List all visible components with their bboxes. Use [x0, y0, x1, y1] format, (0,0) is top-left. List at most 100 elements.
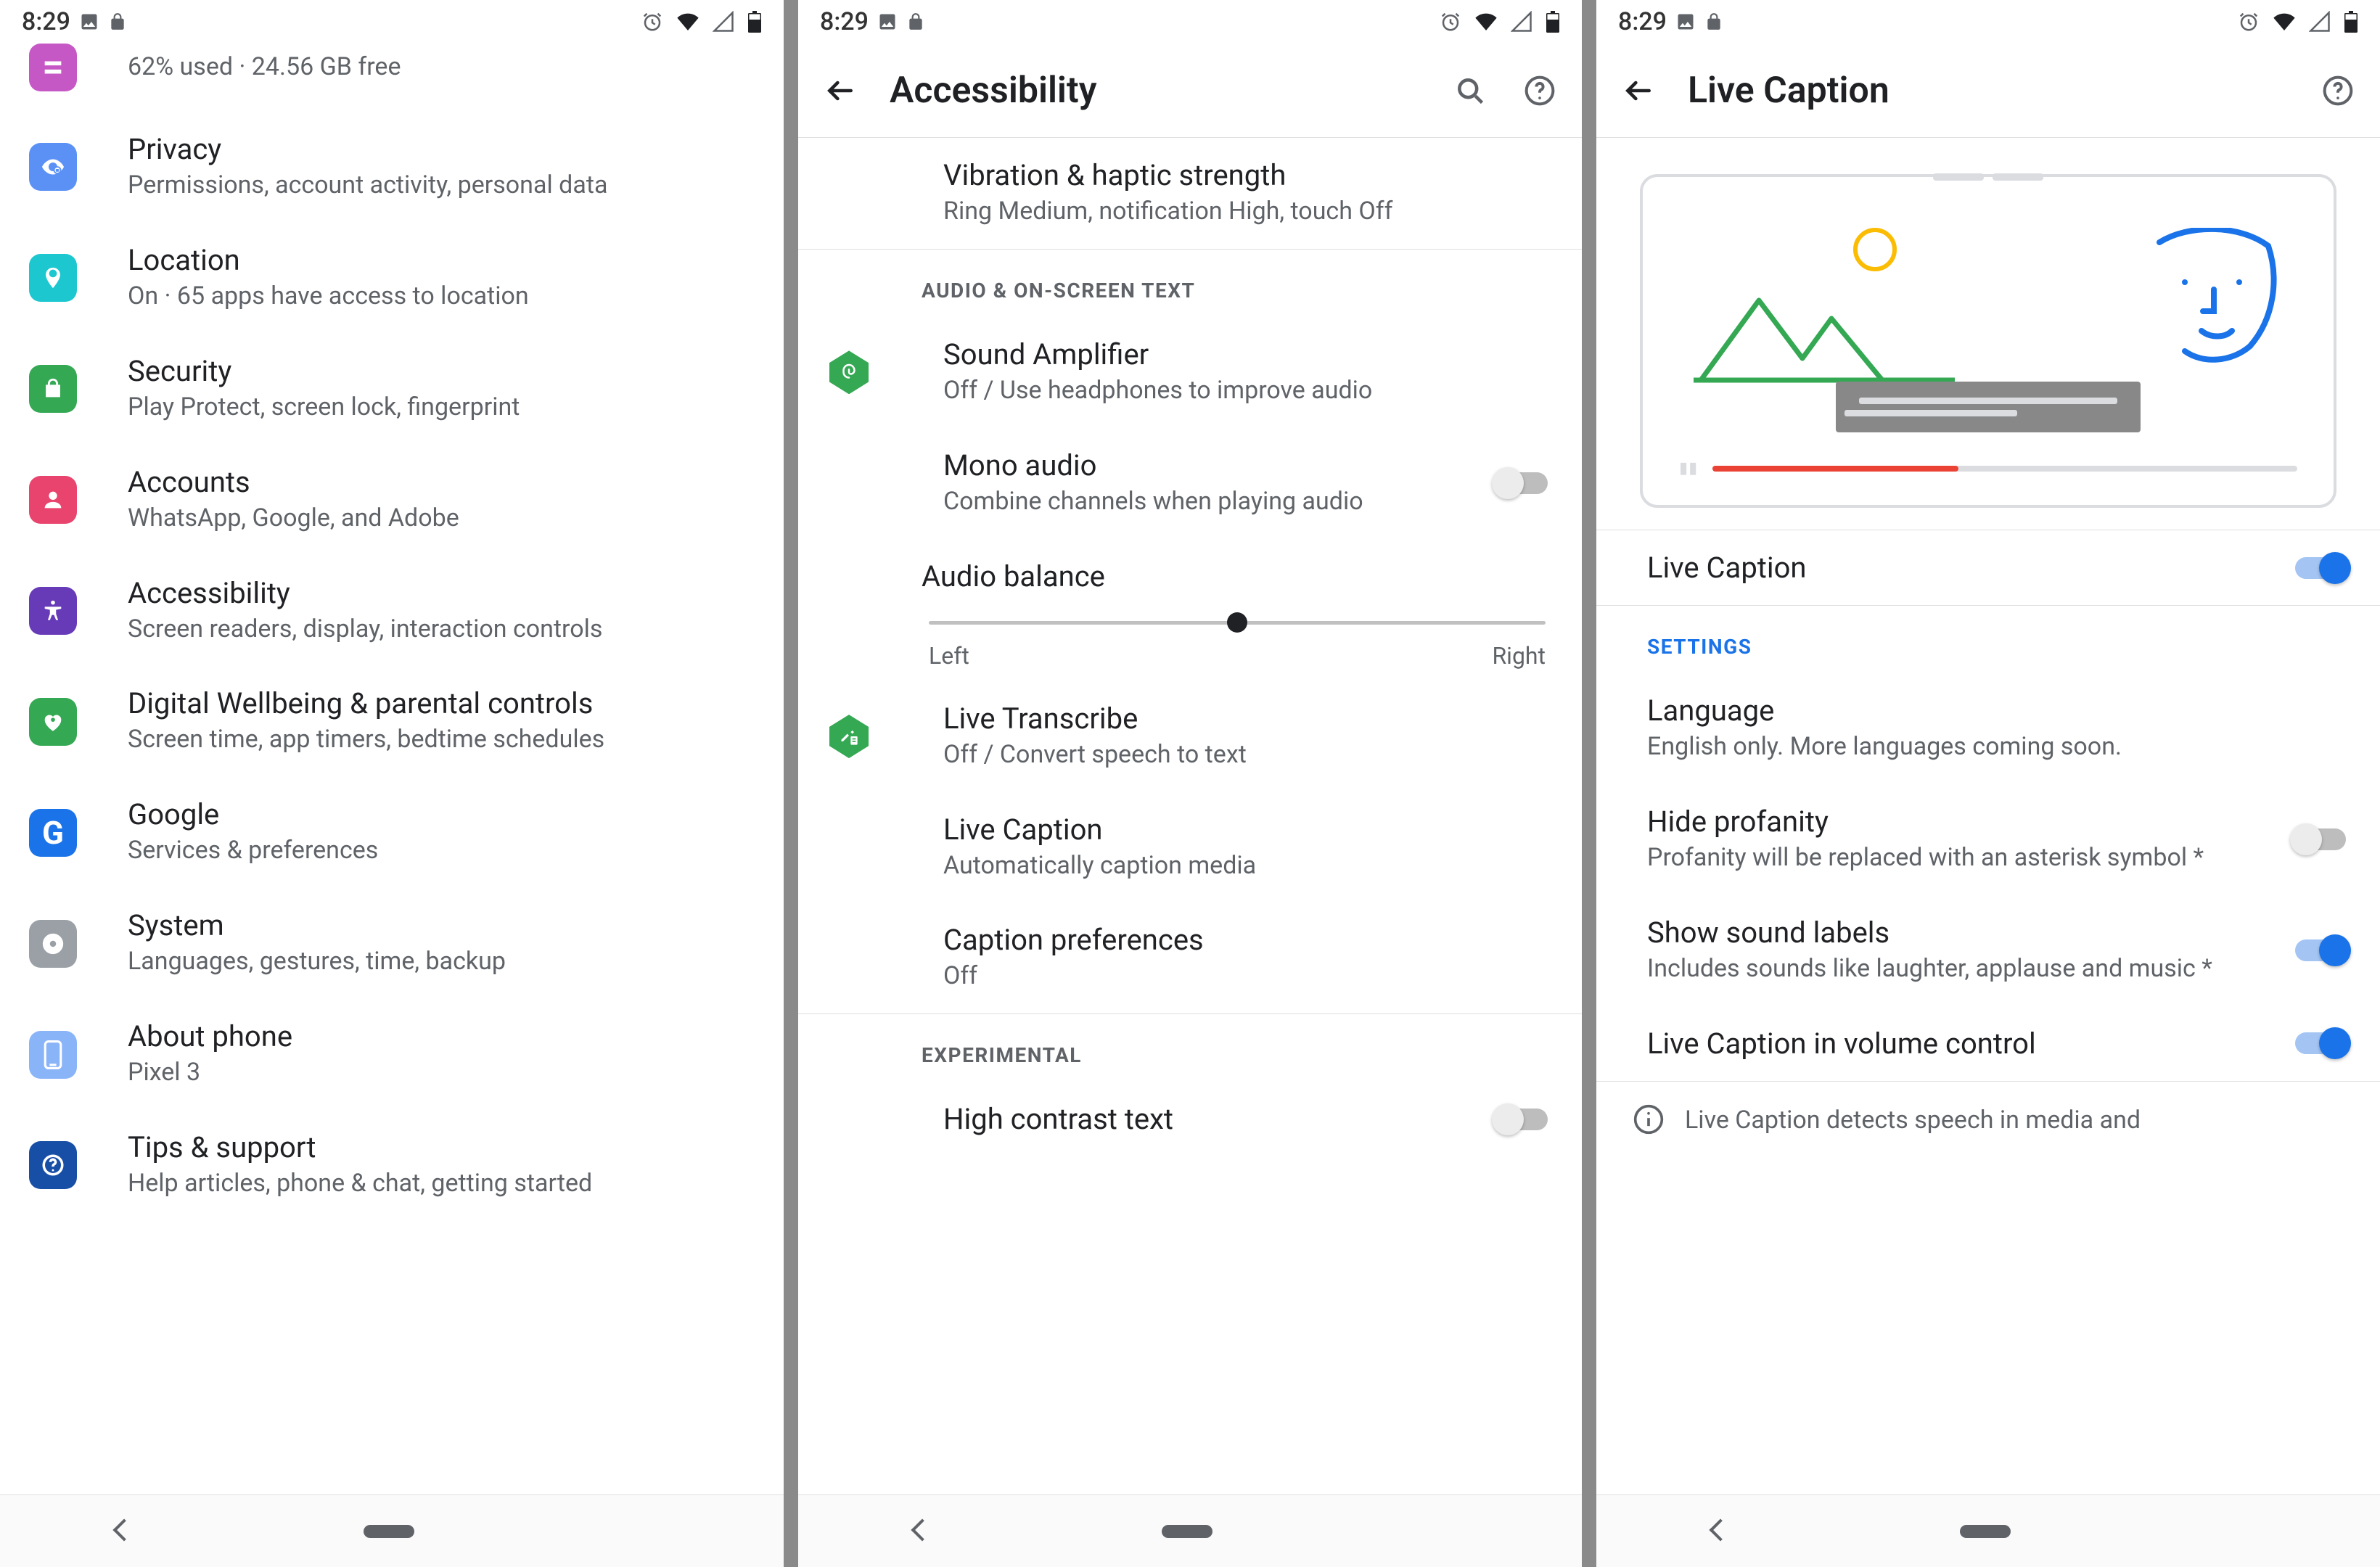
settings-row-privacy[interactable]: Privacy Permissions, account activity, p… — [0, 112, 784, 223]
row-sub: WhatsApp, Google, and Adobe — [128, 502, 755, 535]
help-button[interactable] — [2318, 70, 2358, 111]
battery-icon — [1546, 11, 1560, 33]
row-caption-preferences[interactable]: Caption preferences Off — [798, 902, 1582, 1013]
row-title: Security — [128, 354, 755, 388]
livecaption-toggle[interactable] — [2290, 552, 2351, 584]
accessibility-list[interactable]: Vibration & haptic strength Ring Medium,… — [798, 138, 1582, 1494]
soundlabels-toggle[interactable] — [2290, 934, 2351, 966]
row-vibration[interactable]: Vibration & haptic strength Ring Medium,… — [798, 138, 1582, 249]
pause-icon: ▮▮ — [1679, 459, 1698, 477]
live-transcribe-icon — [827, 715, 871, 758]
signal-icon — [713, 11, 734, 33]
settings-row-wellbeing[interactable]: Digital Wellbeing & parental controls Sc… — [0, 666, 784, 777]
row-sub: Automatically caption media — [943, 850, 1553, 883]
nav-bar — [1596, 1494, 2380, 1567]
nav-bar — [0, 1494, 784, 1567]
google-icon: G — [29, 809, 77, 857]
row-title: System — [128, 908, 755, 942]
row-sub: Screen time, app timers, bedtime schedul… — [128, 723, 755, 757]
row-title: Privacy — [128, 132, 755, 166]
row-sub: Help articles, phone & chat, getting sta… — [128, 1167, 755, 1201]
settings-row-storage[interactable]: 62% used · 24.56 GB free — [0, 44, 784, 112]
alarm-icon — [2238, 11, 2260, 33]
row-sound-labels[interactable]: Show sound labels Includes sounds like l… — [1596, 895, 2380, 1006]
row-language[interactable]: Language English only. More languages co… — [1596, 673, 2380, 784]
search-button[interactable] — [1450, 70, 1490, 111]
row-title: Live Caption — [1647, 551, 2257, 585]
page-title: Accessibility — [890, 70, 1450, 112]
lock-icon — [1704, 12, 1723, 31]
balance-right-label: Right — [1492, 642, 1546, 670]
nav-home-icon[interactable] — [1960, 1525, 2011, 1538]
status-time: 8:29 — [820, 7, 869, 36]
info-footer: Live Caption detects speech in media and — [1596, 1081, 2380, 1146]
accessibility-icon — [29, 587, 77, 635]
nav-home-icon[interactable] — [1162, 1525, 1212, 1538]
settings-row-accounts[interactable]: Accounts WhatsApp, Google, and Adobe — [0, 445, 784, 556]
audio-balance-slider[interactable] — [929, 621, 1546, 625]
settings-row-security[interactable]: Security Play Protect, screen lock, fing… — [0, 334, 784, 445]
accessibility-phone: 8:29 Accessibility Vibrat — [798, 0, 1582, 1567]
nav-back-icon[interactable] — [1712, 1522, 1728, 1541]
row-title: Live Caption — [943, 813, 1553, 847]
info-text: Live Caption detects speech in media and — [1685, 1103, 2141, 1138]
nav-bar — [798, 1494, 1582, 1567]
section-settings-header: SETTINGS — [1596, 606, 2380, 673]
row-sub: Off — [943, 960, 1553, 993]
back-button[interactable] — [820, 70, 861, 111]
wifi-icon — [1474, 10, 1498, 33]
security-icon — [29, 365, 77, 413]
row-title: Tips & support — [128, 1130, 755, 1164]
row-sub: Pixel 3 — [128, 1056, 755, 1090]
alarm-icon — [1440, 11, 1461, 33]
face-icon — [2145, 228, 2283, 373]
back-button[interactable] — [1618, 70, 1659, 111]
info-icon — [1633, 1103, 1665, 1135]
row-sound-amplifier[interactable]: Sound Amplifier Off / Use headphones to … — [798, 317, 1582, 428]
settings-row-system[interactable]: System Languages, gestures, time, backup — [0, 888, 784, 999]
row-title: Show sound labels — [1647, 916, 2257, 950]
status-bar: 8:29 — [1596, 0, 2380, 44]
row-sub: Permissions, account activity, personal … — [128, 169, 755, 202]
settings-row-google[interactable]: G Google Services & preferences — [0, 777, 784, 888]
lock-icon — [906, 12, 925, 31]
app-bar: Live Caption — [1596, 44, 2380, 138]
settings-phone: 8:29 62% used · 24.56 GB free Privacy Pe… — [0, 0, 784, 1567]
row-live-transcribe[interactable]: Live Transcribe Off / Convert speech to … — [798, 681, 1582, 792]
row-title: High contrast text — [943, 1102, 1458, 1136]
page-title: Live Caption — [1688, 70, 2318, 112]
volctl-toggle[interactable] — [2290, 1027, 2351, 1059]
row-sub: Combine channels when playing audio — [943, 485, 1458, 519]
nav-back-icon[interactable] — [914, 1522, 930, 1541]
row-title: Live Transcribe — [943, 702, 1553, 736]
mountain-icon — [1694, 279, 1955, 387]
settings-list[interactable]: 62% used · 24.56 GB free Privacy Permiss… — [0, 44, 784, 1494]
row-title: Google — [128, 797, 755, 831]
profanity-toggle[interactable] — [2290, 823, 2351, 855]
row-high-contrast[interactable]: High contrast text — [798, 1082, 1582, 1156]
settings-row-about[interactable]: About phone Pixel 3 — [0, 999, 784, 1110]
row-volume-control[interactable]: Live Caption in volume control — [1596, 1006, 2380, 1081]
high-contrast-toggle[interactable] — [1492, 1103, 1553, 1135]
row-live-caption[interactable]: Live Caption Automatically caption media — [798, 792, 1582, 903]
nav-home-icon[interactable] — [364, 1525, 414, 1538]
livecaption-content[interactable]: ▮▮ Live Caption SETTINGS Language Englis… — [1596, 138, 2380, 1494]
row-hide-profanity[interactable]: Hide profanity Profanity will be replace… — [1596, 784, 2380, 895]
row-sub: English only. More languages coming soon… — [1647, 731, 2351, 764]
lock-icon — [108, 12, 127, 31]
row-sub: 62% used · 24.56 GB free — [128, 51, 755, 84]
row-title: Vibration & haptic strength — [943, 158, 1553, 192]
row-audio-balance[interactable]: Audio balance Left Right — [798, 539, 1582, 681]
settings-row-location[interactable]: Location On · 65 apps have access to loc… — [0, 223, 784, 334]
row-sub: Off / Use headphones to improve audio — [943, 374, 1553, 408]
mono-audio-toggle[interactable] — [1492, 467, 1553, 499]
settings-row-tips[interactable]: Tips & support Help articles, phone & ch… — [0, 1110, 784, 1221]
row-mono-audio[interactable]: Mono audio Combine channels when playing… — [798, 428, 1582, 539]
row-title: Hide profanity — [1647, 805, 2257, 839]
row-livecaption-master[interactable]: Live Caption — [1596, 530, 2380, 605]
help-button[interactable] — [1519, 70, 1560, 111]
livecaption-phone: 8:29 Live Caption — [1596, 0, 2380, 1567]
settings-row-accessibility[interactable]: Accessibility Screen readers, display, i… — [0, 556, 784, 667]
nav-back-icon[interactable] — [116, 1522, 132, 1541]
row-sub: Off / Convert speech to text — [943, 739, 1553, 772]
